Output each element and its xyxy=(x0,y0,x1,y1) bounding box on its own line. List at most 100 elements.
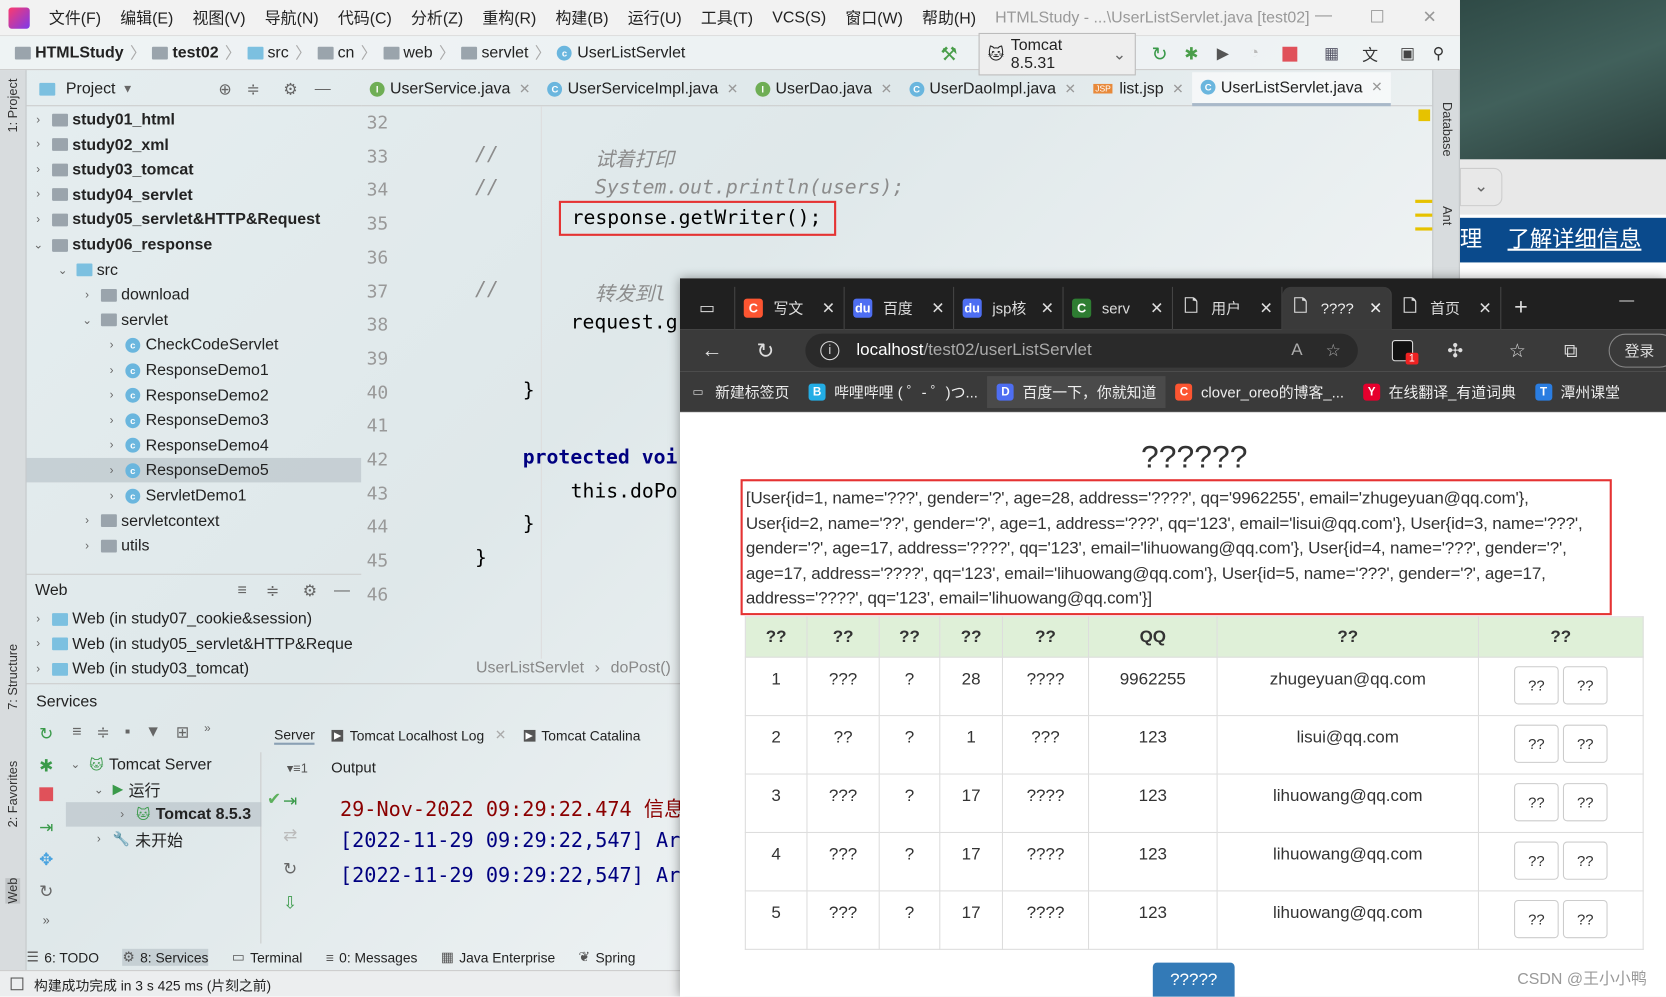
soft-wrap-icon[interactable]: ⇄ xyxy=(283,825,297,846)
menu-item[interactable]: 文件(F) xyxy=(49,6,101,28)
chevron-right-icon[interactable]: › xyxy=(104,364,119,377)
chevron-right-icon[interactable]: › xyxy=(31,188,46,201)
profiler-icon[interactable]: ◔ xyxy=(1249,44,1271,65)
locate-icon[interactable]: ⊕ xyxy=(218,79,231,98)
chevron-right-icon[interactable]: › xyxy=(104,389,119,402)
expand-all-icon[interactable]: ≡ xyxy=(72,723,81,749)
project-tree-item[interactable]: ⌄ servlet xyxy=(27,308,362,332)
terminal-window-icon[interactable]: ▣ xyxy=(1400,44,1422,65)
collections-icon[interactable]: ⧉ xyxy=(1564,339,1578,361)
close-tab-icon[interactable]: ✕ xyxy=(1041,299,1054,318)
browser-tab[interactable]: Cserv ✕ xyxy=(1064,286,1173,330)
bottom-tab[interactable]: ▦ Java Enterprise xyxy=(441,949,555,966)
chevron-right-icon[interactable]: › xyxy=(31,113,46,126)
close-tab-icon[interactable]: ✕ xyxy=(1150,299,1163,318)
chevron-right-icon[interactable]: › xyxy=(31,163,46,176)
more-icon[interactable]: » xyxy=(43,913,50,928)
refresh-icon[interactable]: ↻ xyxy=(283,859,297,880)
edit-button[interactable]: ?? xyxy=(1514,666,1559,705)
editor-tab[interactable]: C UserListServlet.java ✕ xyxy=(1192,71,1392,106)
favorites-icon[interactable]: ☆ xyxy=(1509,339,1526,361)
project-tree-item[interactable]: › c ResponseDemo1 xyxy=(27,358,362,382)
edit-button[interactable]: ?? xyxy=(1514,841,1559,880)
delete-button[interactable]: ?? xyxy=(1562,783,1608,822)
chevron-right-icon[interactable]: › xyxy=(104,414,119,427)
bottom-tab[interactable]: ⚙ 8: Services xyxy=(122,948,209,966)
chevron-right-icon[interactable]: › xyxy=(80,514,95,527)
project-tree-item[interactable]: › c ServletDemo1 xyxy=(27,483,362,507)
menu-item[interactable]: 分析(Z) xyxy=(411,6,463,28)
back-icon[interactable]: ← xyxy=(701,338,722,362)
service-tree-item[interactable]: ⌄ ▶ 运行 xyxy=(66,777,262,801)
bottom-tab[interactable]: ☰ 6: TODO xyxy=(27,949,99,966)
bookmark[interactable]: ▭ 新建标签页 xyxy=(680,376,799,408)
chevron-right-icon[interactable]: › xyxy=(31,638,46,651)
chevron-right-icon[interactable]: › xyxy=(104,464,119,477)
more-icon[interactable]: » xyxy=(204,723,211,749)
filter-icon[interactable]: ▼ xyxy=(145,723,161,749)
close-tab-icon[interactable]: ✕ xyxy=(1371,79,1383,96)
reload-icon[interactable]: ↻ xyxy=(757,337,775,364)
menu-item[interactable]: 工具(T) xyxy=(701,6,753,28)
login-button[interactable]: 登录 xyxy=(1608,333,1666,368)
add-service-icon[interactable]: ⊞ xyxy=(176,723,189,749)
project-tree-item[interactable]: › utils xyxy=(27,534,362,558)
chevron-right-icon[interactable]: › xyxy=(104,439,119,452)
stop-icon[interactable] xyxy=(39,787,54,806)
bottom-tab[interactable]: ❦ Spring xyxy=(579,949,636,966)
chevron-right-icon[interactable]: › xyxy=(104,339,119,352)
breadcrumb-class[interactable]: UserListServlet xyxy=(476,659,584,677)
breadcrumb-item[interactable]: servlet xyxy=(461,44,528,62)
menu-item[interactable]: 代码(C) xyxy=(338,6,392,28)
close-tab-icon[interactable]: ✕ xyxy=(1065,80,1077,97)
tab-actions-icon[interactable]: ▭ xyxy=(680,286,736,330)
breadcrumb-item[interactable]: src xyxy=(247,44,289,62)
menu-item[interactable]: 编辑(E) xyxy=(120,6,173,28)
services-tab[interactable]: ▶ Tomcat Localhost Log ✕ xyxy=(331,727,507,744)
breadcrumb-item[interactable]: HTMLStudy xyxy=(14,44,124,62)
edit-button[interactable]: ?? xyxy=(1514,899,1559,939)
breadcrumb-item[interactable]: cn xyxy=(317,44,354,62)
new-tab-icon[interactable]: + xyxy=(1514,293,1528,321)
chevron-right-icon[interactable]: › xyxy=(80,289,95,302)
chevron-right-icon[interactable]: › xyxy=(91,833,106,846)
deploy-icon[interactable]: ⇥ xyxy=(39,817,53,838)
project-tree-item[interactable]: › study01_html xyxy=(27,107,362,131)
breadcrumb-item[interactable]: c UserListServlet xyxy=(557,44,685,62)
rerun-icon[interactable]: ↻ xyxy=(1152,44,1174,65)
delete-button[interactable]: ?? xyxy=(1562,899,1608,939)
editor-tab[interactable]: I UserService.java ✕ xyxy=(361,72,539,106)
refresh-icon[interactable]: ↻ xyxy=(39,881,53,902)
collapse-all-icon[interactable]: ≑ xyxy=(96,723,109,749)
menu-item[interactable]: 窗口(W) xyxy=(845,6,903,28)
menu-item[interactable]: VCS(S) xyxy=(772,9,826,27)
chevron-down-icon[interactable]: ⌄ xyxy=(31,238,46,252)
hide-icon[interactable]: — xyxy=(315,80,331,98)
collapse-all-icon[interactable]: ≑ xyxy=(266,581,279,600)
web-tree-item[interactable]: › Web (in study03_tomcat) xyxy=(27,657,249,681)
browser-tab[interactable]: 🗋 首页 ✕ xyxy=(1392,286,1502,330)
close-tab-icon[interactable]: ✕ xyxy=(519,80,531,97)
tool-window-ant[interactable]: Ant xyxy=(1440,206,1455,225)
chevron-down-icon[interactable]: ⌄ xyxy=(91,783,106,797)
bookmark[interactable]: B 哔哩哔哩 ( ゜- ゜)つ... xyxy=(799,376,987,408)
project-tree-item[interactable]: › c ResponseDemo2 xyxy=(27,383,362,407)
debug-bug-icon[interactable]: ✱ xyxy=(1184,44,1206,65)
service-tree-item[interactable]: ⌄ 🐱 Tomcat Server xyxy=(66,752,262,776)
chevron-right-icon[interactable]: › xyxy=(80,539,95,552)
service-tree-item[interactable]: › 🔧 未开始 xyxy=(66,827,262,851)
editor-tab[interactable]: JSP list.jsp ✕ xyxy=(1085,72,1193,106)
site-info-icon[interactable]: i xyxy=(820,341,840,361)
delete-button[interactable]: ?? xyxy=(1562,666,1608,705)
read-aloud-icon[interactable]: A xyxy=(1291,341,1302,360)
project-tree-item[interactable]: › c ResponseDemo3 xyxy=(27,408,362,432)
gear-icon[interactable]: ⚙ xyxy=(283,79,297,98)
stop-icon[interactable] xyxy=(1282,44,1304,65)
chevron-right-icon[interactable]: › xyxy=(115,808,130,821)
maximize-button[interactable]: ☐ xyxy=(1370,6,1385,29)
project-structure-icon[interactable]: ▦ xyxy=(1324,44,1346,65)
close-tab-icon[interactable]: ✕ xyxy=(495,727,507,744)
breadcrumb-method[interactable]: doPost() xyxy=(611,659,671,677)
expand-all-icon[interactable]: ≡ xyxy=(238,581,247,599)
extensions-puzzle-icon[interactable]: ✣ xyxy=(1447,339,1463,361)
